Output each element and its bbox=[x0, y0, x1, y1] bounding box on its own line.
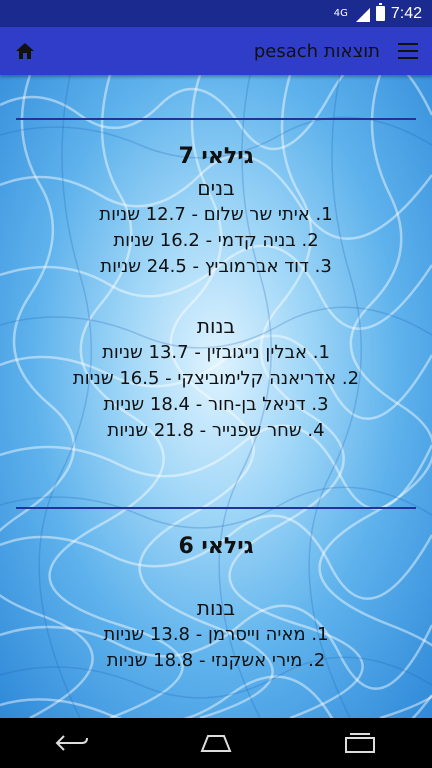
group-title-boys: בנים bbox=[197, 176, 235, 200]
age-title: גילאי 7 bbox=[178, 144, 254, 169]
result-row: 1. אבלין נייגובזין - 13.7 שניות bbox=[102, 342, 330, 363]
system-nav-bar bbox=[0, 718, 432, 768]
group-title-girls: בנות bbox=[196, 596, 236, 620]
result-row: 2. אדריאנה קלימוביצקי - 16.5 שניות bbox=[72, 368, 360, 389]
status-bar: 4G 7:42 bbox=[0, 0, 432, 27]
result-row: 3. דוד אברמוביץ - 24.5 שניות bbox=[100, 256, 332, 277]
category-age-7: גילאי 7 בנים 1. איתי שר שלום - 12.7 שניו… bbox=[0, 142, 432, 444]
section-divider bbox=[16, 118, 416, 120]
back-icon[interactable] bbox=[47, 725, 97, 761]
page-title: תוצאות pesach bbox=[253, 40, 380, 62]
signal-icon bbox=[354, 6, 370, 22]
results-content[interactable]: גילאי 7 בנים 1. איתי שר שלום - 12.7 שניו… bbox=[0, 75, 432, 718]
network-type-label: 4G bbox=[333, 8, 348, 19]
menu-icon[interactable] bbox=[398, 43, 418, 59]
battery-icon bbox=[375, 3, 385, 21]
category-age-6: גילאי 6 בנות 1. מאיה וייסרמן - 13.8 שניו… bbox=[0, 532, 432, 674]
result-row: 1. איתי שר שלום - 12.7 שניות bbox=[99, 204, 333, 225]
result-row: 3. דניאל בן-חור - 18.4 שניות bbox=[103, 394, 329, 415]
recent-apps-icon[interactable] bbox=[335, 725, 385, 761]
home-icon[interactable] bbox=[14, 40, 36, 62]
result-row: 2. מירי אשקנזי - 18.8 שניות bbox=[106, 650, 326, 671]
app-bar: תוצאות pesach bbox=[0, 27, 432, 75]
result-row: 1. מאיה וייסרמן - 13.8 שניות bbox=[103, 624, 329, 645]
group-title-girls: בנות bbox=[196, 314, 236, 338]
age-title: גילאי 6 bbox=[178, 534, 254, 559]
section-divider bbox=[16, 507, 416, 509]
result-row: 2. בניה קדמי - 16.2 שניות bbox=[113, 230, 319, 251]
home-nav-icon[interactable] bbox=[191, 725, 241, 761]
clock: 7:42 bbox=[390, 4, 422, 22]
result-row: 4. שחר שפנייר - 21.8 שניות bbox=[107, 420, 325, 441]
